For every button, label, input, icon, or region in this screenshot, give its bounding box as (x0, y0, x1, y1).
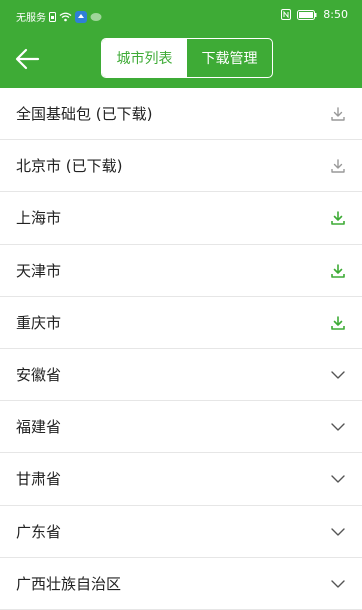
downloaded-icon[interactable] (330, 106, 346, 122)
list-item-label: 安徽省 (16, 365, 62, 384)
chevron-down-icon[interactable] (330, 419, 346, 435)
list-item-label: 甘肃省 (16, 470, 62, 489)
list-item[interactable]: 广东省 (0, 506, 362, 558)
back-arrow-icon (15, 48, 40, 70)
list-item-label: 广东省 (16, 522, 62, 541)
list-item[interactable]: 福建省 (0, 401, 362, 454)
nfc-icon (281, 9, 292, 20)
wifi-icon (59, 12, 72, 21)
list-item[interactable]: 上海市 (0, 192, 362, 245)
downloaded-icon[interactable] (330, 158, 346, 174)
status-right: 8:50 (281, 8, 348, 21)
app-header: 城市列表 下载管理 (0, 30, 362, 88)
list-item[interactable]: 北京市 (已下载) (0, 140, 362, 193)
chevron-down-icon[interactable] (330, 471, 346, 487)
download-icon[interactable] (330, 210, 346, 226)
chevron-down-icon[interactable] (330, 524, 346, 540)
tab-city-list[interactable]: 城市列表 (102, 39, 187, 77)
list-item[interactable]: 甘肃省 (0, 453, 362, 506)
list-item-label: 重庆市 (16, 313, 62, 332)
sim-icon (49, 11, 56, 22)
tab-switcher: 城市列表 下载管理 (101, 38, 273, 78)
status-left: 无服务 (16, 9, 102, 24)
list-item-label: 天津市 (16, 261, 62, 280)
download-icon[interactable] (330, 315, 346, 331)
list-item[interactable]: 重庆市 (0, 297, 362, 349)
city-list: 全国基础包 (已下载) 北京市 (已下载) 上海市天津市重庆市安徽省福建省甘肃省广东… (0, 88, 362, 610)
list-item[interactable]: 天津市 (0, 245, 362, 297)
chevron-down-icon[interactable] (330, 367, 346, 383)
status-bar: 无服务 8:50 (0, 0, 362, 30)
app-notification-icon-2 (90, 12, 102, 21)
chevron-down-icon[interactable] (330, 576, 346, 592)
tab-download-manager[interactable]: 下载管理 (187, 39, 272, 77)
list-item-label: 全国基础包 (已下载) (16, 105, 153, 123)
list-item[interactable]: 广西壮族自治区 (0, 558, 362, 610)
back-button[interactable] (12, 44, 44, 74)
list-item[interactable]: 安徽省 (0, 349, 362, 402)
clock: 8:50 (323, 8, 348, 21)
app-notification-icon (75, 10, 87, 23)
list-item-label: 上海市 (16, 209, 62, 228)
list-item[interactable]: 全国基础包 (已下载) (0, 88, 362, 141)
battery-icon (297, 9, 317, 20)
list-item-label: 福建省 (16, 418, 62, 437)
list-item-label: 广西壮族自治区 (16, 574, 122, 593)
list-item-label: 北京市 (已下载) (16, 157, 123, 176)
carrier-text: 无服务 (16, 13, 46, 24)
download-icon[interactable] (330, 263, 346, 279)
